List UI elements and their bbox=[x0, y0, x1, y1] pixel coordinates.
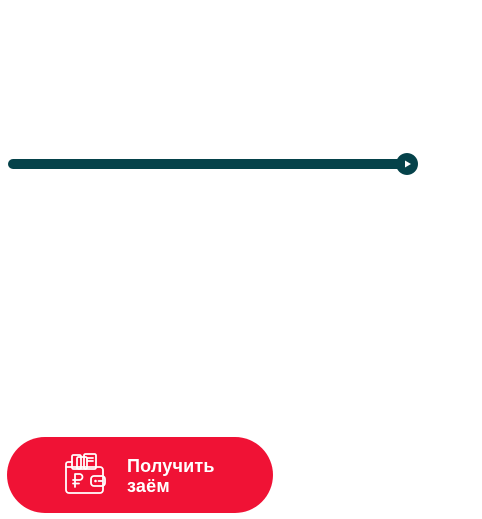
get-loan-label: Получить заём bbox=[127, 456, 215, 496]
wallet-ruble-icon bbox=[65, 453, 106, 494]
slider-thumb[interactable] bbox=[396, 153, 418, 175]
amount-slider[interactable] bbox=[8, 152, 418, 176]
play-triangle-icon bbox=[404, 160, 411, 168]
slider-fill bbox=[8, 159, 407, 169]
get-loan-button[interactable]: Получить заём bbox=[7, 437, 273, 513]
